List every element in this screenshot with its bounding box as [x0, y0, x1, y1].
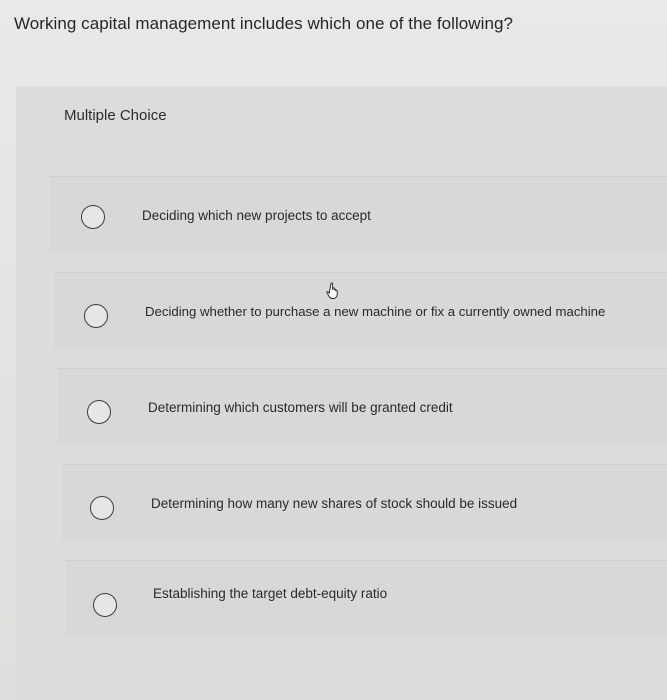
radio-button[interactable]	[81, 205, 105, 229]
radio-button[interactable]	[87, 400, 111, 424]
choice-option-1[interactable]: Deciding which new projects to accept	[50, 176, 667, 252]
choice-list: Deciding which new projects to accept De…	[0, 0, 667, 700]
choice-option-4[interactable]: Determining how many new shares of stock…	[62, 464, 667, 540]
choice-option-2[interactable]: Deciding whether to purchase a new machi…	[54, 272, 667, 348]
choice-label: Establishing the target debt-equity rati…	[153, 586, 388, 601]
choice-label: Determining how many new shares of stock…	[151, 496, 518, 511]
hand-pointer-icon	[326, 282, 338, 299]
choice-label: Determining which customers will be gran…	[148, 400, 453, 415]
choice-option-3[interactable]: Determining which customers will be gran…	[58, 368, 667, 444]
radio-button[interactable]	[93, 593, 117, 617]
choice-label: Deciding whether to purchase a new machi…	[145, 304, 606, 319]
radio-button[interactable]	[84, 304, 108, 328]
choice-label: Deciding which new projects to accept	[142, 208, 371, 223]
radio-button[interactable]	[90, 496, 114, 520]
choice-option-5[interactable]: Establishing the target debt-equity rati…	[66, 560, 667, 636]
